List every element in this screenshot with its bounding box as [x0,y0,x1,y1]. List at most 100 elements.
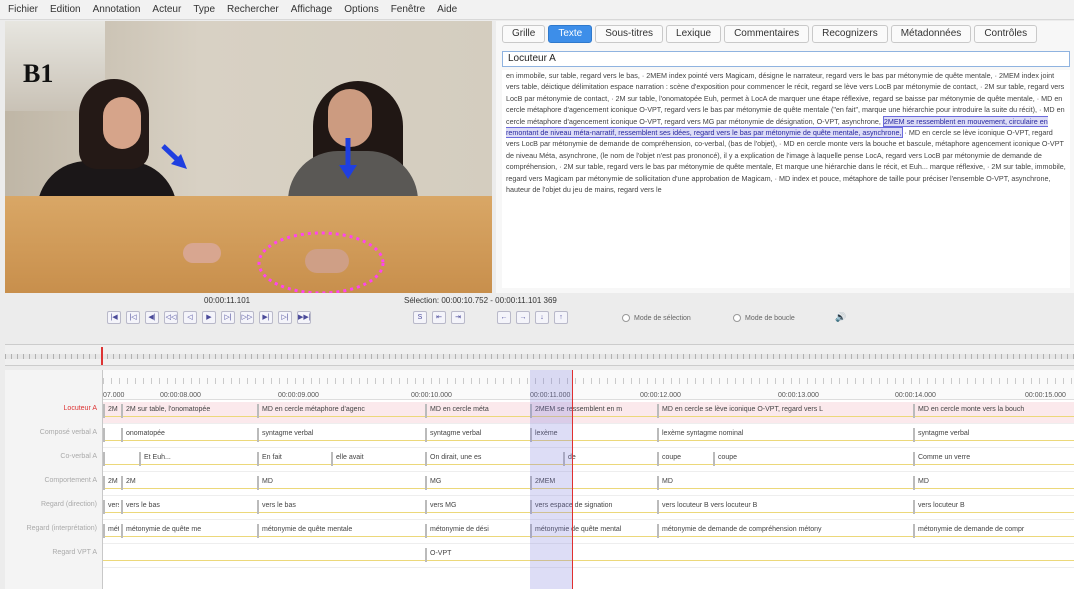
annotation-cell[interactable]: 2M sur table, l'onomatopée [121,404,255,418]
next-annotation-button[interactable]: → [516,311,530,324]
annotation-cell[interactable]: métonymie de quête me [121,524,255,538]
annotation-cell[interactable]: 2M s [103,404,119,418]
menu-fichier[interactable]: Fichier [8,4,38,15]
tier-label[interactable]: Composé verbal A [5,429,101,436]
annotation-cell[interactable]: vers MG [425,500,528,514]
annotation-cell[interactable]: méto [103,524,119,538]
selection-mode-radio[interactable] [622,314,630,322]
tier-label[interactable]: Locuteur A [5,405,101,412]
annotation-cell[interactable]: onomatopée [121,428,255,442]
annotation-cell[interactable] [103,428,119,442]
annotation-cell[interactable]: coupe [657,452,711,466]
annotation-cell[interactable]: vers L [103,500,119,514]
tab-metadonnees[interactable]: Métadonnées [890,25,972,43]
selection-band[interactable] [530,370,573,589]
annotation-cell[interactable]: syntagme verbal [913,428,1072,442]
annotation-cell[interactable]: En fait [257,452,329,466]
tab-lexique[interactable]: Lexique [666,25,722,43]
tab-grille[interactable]: Grille [502,25,546,43]
tier-label[interactable]: Comportement A [5,477,101,484]
annotation-cell[interactable]: vers le bas [121,500,255,514]
tier-label[interactable]: Regard (interprétation) [5,525,101,532]
annotation-cell[interactable]: métonymie de demande de compréhension mé… [657,524,911,538]
annotation-cell[interactable]: syntagme verbal [425,428,528,442]
annotation-cell[interactable]: MD [657,476,911,490]
step-forward-frame-button[interactable]: ▷▷ [240,311,254,324]
time-ruler[interactable]: 07.000 00:00:08.000 00:00:09.000 00:00:10.0… [103,370,1074,400]
step-back-second-button[interactable]: ◀| [145,311,159,324]
tab-commentaires[interactable]: Commentaires [724,25,810,43]
playhead[interactable] [572,370,573,589]
annotation-cell[interactable]: 2M [103,476,119,490]
annotation-cell[interactable]: MD en cercle se lève iconique O-VPT, reg… [657,404,911,418]
annotation-cell[interactable]: MD [257,476,423,490]
annotation-cell[interactable]: vers locuteur B [913,500,1072,514]
annotation-cell[interactable]: Et Euh... [139,452,255,466]
step-forward-second-button[interactable]: ▶| [259,311,273,324]
tab-controles[interactable]: Contrôles [974,25,1038,43]
volume-icon[interactable]: 🔊 [835,312,846,323]
annotation-cell[interactable]: coupe [713,452,911,466]
annotation-cell[interactable]: de [563,452,655,466]
annotation-cell[interactable]: Comme un verre [913,452,1072,466]
annotation-cell[interactable]: MD en cercle méta [425,404,528,418]
tier-down-button[interactable]: ↓ [535,311,549,324]
menu-edition[interactable]: Edition [50,4,81,15]
menu-rechercher[interactable]: Rechercher [227,4,279,15]
tier-label[interactable]: Regard VPT A [5,549,101,556]
step-back-pixel-button[interactable]: ◁ [183,311,197,324]
menu-aide[interactable]: Aide [437,4,457,15]
annotation-cell[interactable] [103,452,137,466]
tier-select[interactable]: Locuteur A [502,51,1070,67]
tier-up-button[interactable]: ↑ [554,311,568,324]
selection-mode-toggle[interactable]: Mode de sélection [622,314,691,322]
step-back-frame-button[interactable]: ◁◁ [164,311,178,324]
menu-fenetre[interactable]: Fenêtre [391,4,425,15]
tier-label[interactable]: Co-verbal A [5,453,101,460]
annotation-cell[interactable]: vers le bas [257,500,423,514]
annotation-cell[interactable]: 2M [121,476,255,490]
tab-texte[interactable]: Texte [548,25,593,43]
previous-scrollview-button[interactable]: |◁ [126,311,140,324]
annotation-cell[interactable]: syntagme verbal [257,428,423,442]
annotation-cell[interactable]: MD [913,476,1072,490]
tier-row[interactable]: 2M s2M sur table, l'onomatopéeMD en cerc… [103,402,1074,424]
timeline-overview[interactable] [5,344,1074,366]
annotation-timeline[interactable]: Locuteur A Composé verbal A Co-verbal A Com… [5,370,1074,589]
tab-recognizers[interactable]: Recognizers [812,25,888,43]
tier-row[interactable]: 2M 2M MD MG 2MEM MD MD [103,474,1074,496]
annotation-text-area[interactable]: en immobile, sur table, regard vers le b… [502,70,1070,288]
tier-row[interactable]: O-VPT [103,546,1074,568]
selection-end-button[interactable]: ⇥ [451,311,465,324]
play-button[interactable]: ▶ [202,311,216,324]
next-scrollview-button[interactable]: ▷| [278,311,292,324]
overview-cursor[interactable] [101,347,103,365]
go-to-end-button[interactable]: ▶▶| [297,311,311,324]
annotation-cell[interactable]: métonymie de quête mentale [257,524,423,538]
go-to-begin-button[interactable]: |◀ [107,311,121,324]
annotation-cell[interactable]: MD en cercle monte vers la bouch [913,404,1072,418]
video-viewer[interactable]: B1 [5,21,492,293]
annotation-cell[interactable]: métonymie de dési [425,524,528,538]
annotation-cell[interactable]: lexème syntagme nominal [657,428,911,442]
annotation-cell[interactable]: MG [425,476,528,490]
clear-selection-button[interactable]: ⇤ [432,311,446,324]
menu-options[interactable]: Options [344,4,378,15]
annotation-cell[interactable]: vers locuteur B vers locuteur B [657,500,911,514]
menu-type[interactable]: Type [193,4,215,15]
step-forward-pixel-button[interactable]: ▷| [221,311,235,324]
annotation-cell[interactable]: métonymie de demande de compr [913,524,1072,538]
tab-sous-titres[interactable]: Sous-titres [595,25,664,43]
tier-row[interactable]: vers Lvers le basvers le basvers MGvers … [103,498,1074,520]
annotation-cell[interactable]: MD en cercle métaphore d'agenc [257,404,423,418]
play-selection-button[interactable]: S [413,311,427,324]
previous-annotation-button[interactable]: ← [497,311,511,324]
menu-acteur[interactable]: Acteur [152,4,181,15]
loop-mode-toggle[interactable]: Mode de boucle [733,314,795,322]
annotation-cell[interactable]: O-VPT [425,548,1072,562]
menu-affichage[interactable]: Affichage [291,4,333,15]
annotation-cell[interactable]: elle avait [331,452,423,466]
tier-row[interactable]: métométonymie de quête memétonymie de qu… [103,522,1074,544]
menu-annotation[interactable]: Annotation [93,4,141,15]
loop-mode-radio[interactable] [733,314,741,322]
